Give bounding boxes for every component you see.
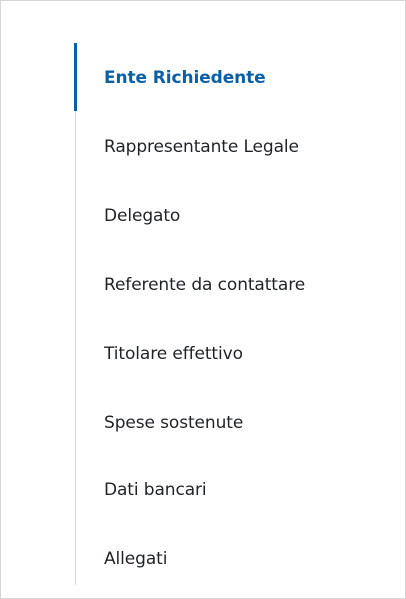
nav-item-spese-sostenute[interactable]: Spese sostenute [104,408,394,438]
nav-item-delegato[interactable]: Delegato [104,201,394,231]
nav-item-rappresentante-legale[interactable]: Rappresentante Legale [104,132,394,162]
nav-rail [75,43,76,585]
nav-item-ente-richiedente[interactable]: Ente Richiedente [104,63,394,93]
nav-item-dati-bancari[interactable]: Dati bancari [104,475,394,505]
section-navigation: Ente Richiedente Rappresentante Legale D… [74,43,385,585]
nav-item-allegati[interactable]: Allegati [104,544,394,574]
active-indicator [74,43,77,111]
panel-frame: Ente Richiedente Rappresentante Legale D… [0,0,406,599]
nav-item-titolare-effettivo[interactable]: Titolare effettivo [104,339,394,369]
nav-item-referente-da-contattare[interactable]: Referente da contattare [104,270,394,300]
